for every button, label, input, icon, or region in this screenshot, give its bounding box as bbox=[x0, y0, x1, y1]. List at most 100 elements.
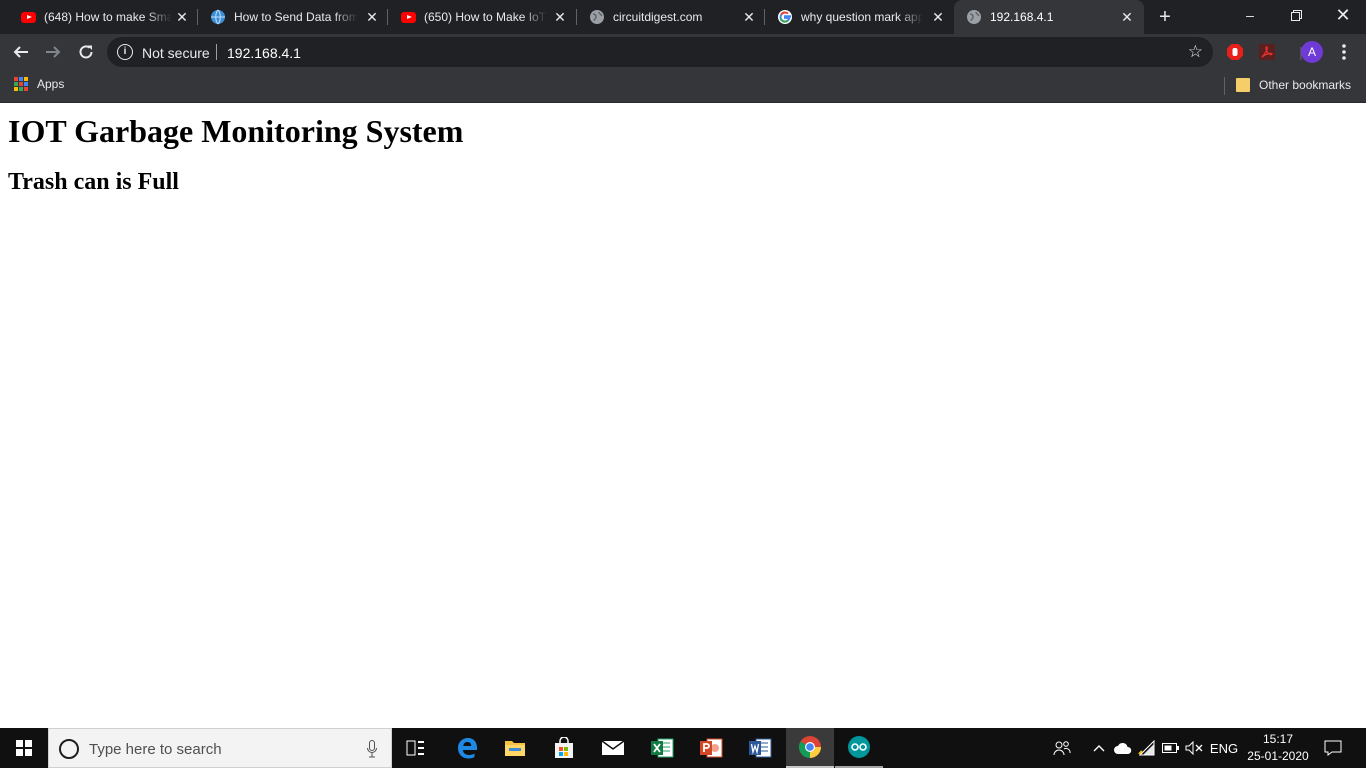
youtube-icon bbox=[20, 9, 36, 25]
profile-avatar[interactable]: A bbox=[1300, 40, 1324, 64]
task-view-icon bbox=[406, 740, 424, 756]
store-bag-icon bbox=[555, 737, 573, 758]
chrome-taskbar-button[interactable] bbox=[786, 728, 834, 768]
tab-circuitdigest[interactable]: circuitdigest.com ✕ bbox=[577, 0, 765, 34]
windows-icon bbox=[16, 740, 32, 756]
bookmark-star-icon[interactable]: ☆ bbox=[1188, 43, 1203, 61]
clock-time: 15:17 bbox=[1262, 732, 1294, 746]
info-icon[interactable]: i bbox=[117, 44, 133, 60]
word-button[interactable] bbox=[736, 728, 784, 768]
page-title: IOT Garbage Monitoring System bbox=[8, 113, 464, 149]
chevron-up-icon bbox=[1093, 745, 1105, 752]
address-bar[interactable]: i Not secure 192.168.4.1 ☆ bbox=[107, 37, 1213, 67]
excel-icon bbox=[651, 738, 674, 758]
new-tab-button[interactable]: + bbox=[1155, 7, 1175, 27]
extension-pdf-icon[interactable] bbox=[1255, 40, 1279, 64]
start-button[interactable] bbox=[0, 728, 48, 768]
reload-button[interactable] bbox=[74, 40, 98, 64]
excel-button[interactable] bbox=[638, 728, 686, 768]
menu-kebab-icon[interactable] bbox=[1332, 40, 1356, 64]
task-view-button[interactable] bbox=[392, 728, 440, 768]
system-clock[interactable]: 15:17 25-01-2020 bbox=[1244, 731, 1312, 765]
bookmark-apps-label: Apps bbox=[37, 77, 65, 91]
language-indicator[interactable]: ENG bbox=[1208, 728, 1240, 768]
close-tab-icon[interactable]: ✕ bbox=[364, 9, 380, 25]
file-explorer-button[interactable] bbox=[491, 728, 539, 768]
bookmark-other-label: Other bookmarks bbox=[1259, 78, 1352, 92]
url-text[interactable]: 192.168.4.1 bbox=[227, 45, 301, 61]
network-button[interactable] bbox=[1136, 728, 1158, 768]
tab-title: How to Send Data from bbox=[234, 10, 358, 24]
minimize-button[interactable]: – bbox=[1227, 0, 1273, 30]
apps-grid-icon bbox=[14, 77, 28, 91]
arduino-taskbar-button[interactable] bbox=[835, 728, 883, 768]
chrome-icon bbox=[799, 736, 821, 758]
mail-button[interactable] bbox=[589, 728, 637, 768]
taskbar-search[interactable]: Type here to search bbox=[48, 728, 392, 768]
trash-status: Trash can is Full bbox=[8, 169, 179, 195]
word-icon bbox=[749, 738, 772, 758]
store-button[interactable] bbox=[540, 728, 588, 768]
close-tab-icon[interactable]: ✕ bbox=[741, 9, 757, 25]
battery-button[interactable] bbox=[1160, 728, 1182, 768]
web-page: IOT Garbage Monitoring System Trash can … bbox=[0, 103, 1366, 728]
close-tab-icon[interactable]: ✕ bbox=[930, 9, 946, 25]
restore-button[interactable] bbox=[1273, 0, 1319, 30]
wifi-icon bbox=[1138, 740, 1155, 756]
clock-date: 25-01-2020 bbox=[1247, 749, 1309, 763]
tab-strip: (648) How to make Sma ✕ How to Send Data… bbox=[0, 0, 1366, 34]
close-tab-icon[interactable]: ✕ bbox=[552, 9, 568, 25]
people-icon bbox=[1053, 741, 1071, 756]
tab-title: why question mark app bbox=[801, 10, 923, 24]
tab-title: (648) How to make Sma bbox=[44, 10, 172, 24]
windows-taskbar: Type here to search ENG 15:17 25-01-2020 bbox=[0, 728, 1366, 768]
google-icon bbox=[777, 9, 793, 25]
onedrive-button[interactable] bbox=[1112, 728, 1134, 768]
notification-icon bbox=[1324, 740, 1342, 756]
microphone-icon[interactable] bbox=[367, 740, 377, 758]
tab-youtube-smart-dustbin[interactable]: (648) How to make Sma ✕ bbox=[8, 0, 198, 34]
arduino-icon bbox=[848, 736, 870, 758]
people-button[interactable] bbox=[1050, 728, 1074, 768]
bookmark-other[interactable]: Other bookmarks bbox=[1236, 78, 1351, 92]
edge-taskbar-button[interactable] bbox=[443, 728, 491, 768]
powerpoint-icon bbox=[700, 738, 723, 758]
globe-icon bbox=[589, 9, 605, 25]
tab-title: (650) How to Make IoT bbox=[424, 10, 547, 24]
youtube-icon bbox=[400, 9, 416, 25]
globe-icon bbox=[210, 9, 226, 25]
bookmarks-divider bbox=[1224, 77, 1225, 95]
security-label[interactable]: Not secure bbox=[142, 45, 210, 61]
tab-send-data[interactable]: How to Send Data from ✕ bbox=[198, 0, 388, 34]
avatar: A bbox=[1301, 41, 1323, 63]
browser-toolbar: i Not secure 192.168.4.1 ☆ | A bbox=[0, 34, 1366, 70]
close-tab-icon[interactable]: ✕ bbox=[174, 9, 190, 25]
back-button[interactable] bbox=[9, 40, 33, 64]
volume-muted-icon bbox=[1185, 741, 1203, 755]
omnibox-divider bbox=[216, 44, 217, 60]
tab-title: circuitdigest.com bbox=[613, 10, 703, 24]
close-tab-icon[interactable]: ✕ bbox=[1119, 9, 1135, 25]
volume-button[interactable] bbox=[1183, 728, 1205, 768]
mail-icon bbox=[601, 740, 625, 755]
powerpoint-button[interactable] bbox=[687, 728, 735, 768]
tab-title: 192.168.4.1 bbox=[990, 10, 1054, 24]
globe-icon bbox=[966, 9, 982, 25]
cloud-icon bbox=[1114, 742, 1132, 754]
extension-stop-icon[interactable] bbox=[1223, 40, 1247, 64]
cortana-icon[interactable] bbox=[59, 739, 79, 759]
tab-youtube-iot[interactable]: (650) How to Make IoT ✕ bbox=[388, 0, 577, 34]
tab-google-search[interactable]: why question mark app ✕ bbox=[765, 0, 954, 34]
bookmark-apps[interactable]: Apps bbox=[14, 77, 64, 91]
action-center-button[interactable] bbox=[1320, 728, 1346, 768]
search-placeholder: Type here to search bbox=[89, 741, 222, 758]
forward-button[interactable] bbox=[41, 40, 65, 64]
bookmarks-bar: Apps Other bookmarks bbox=[0, 70, 1366, 103]
edge-icon bbox=[458, 738, 477, 759]
show-hidden-icons-button[interactable] bbox=[1090, 728, 1108, 768]
folder-icon bbox=[505, 741, 525, 756]
folder-icon bbox=[1236, 78, 1250, 92]
battery-icon bbox=[1162, 743, 1179, 753]
close-window-button[interactable]: ✕ bbox=[1320, 0, 1366, 30]
tab-active-local-page[interactable]: 192.168.4.1 ✕ bbox=[954, 0, 1144, 34]
